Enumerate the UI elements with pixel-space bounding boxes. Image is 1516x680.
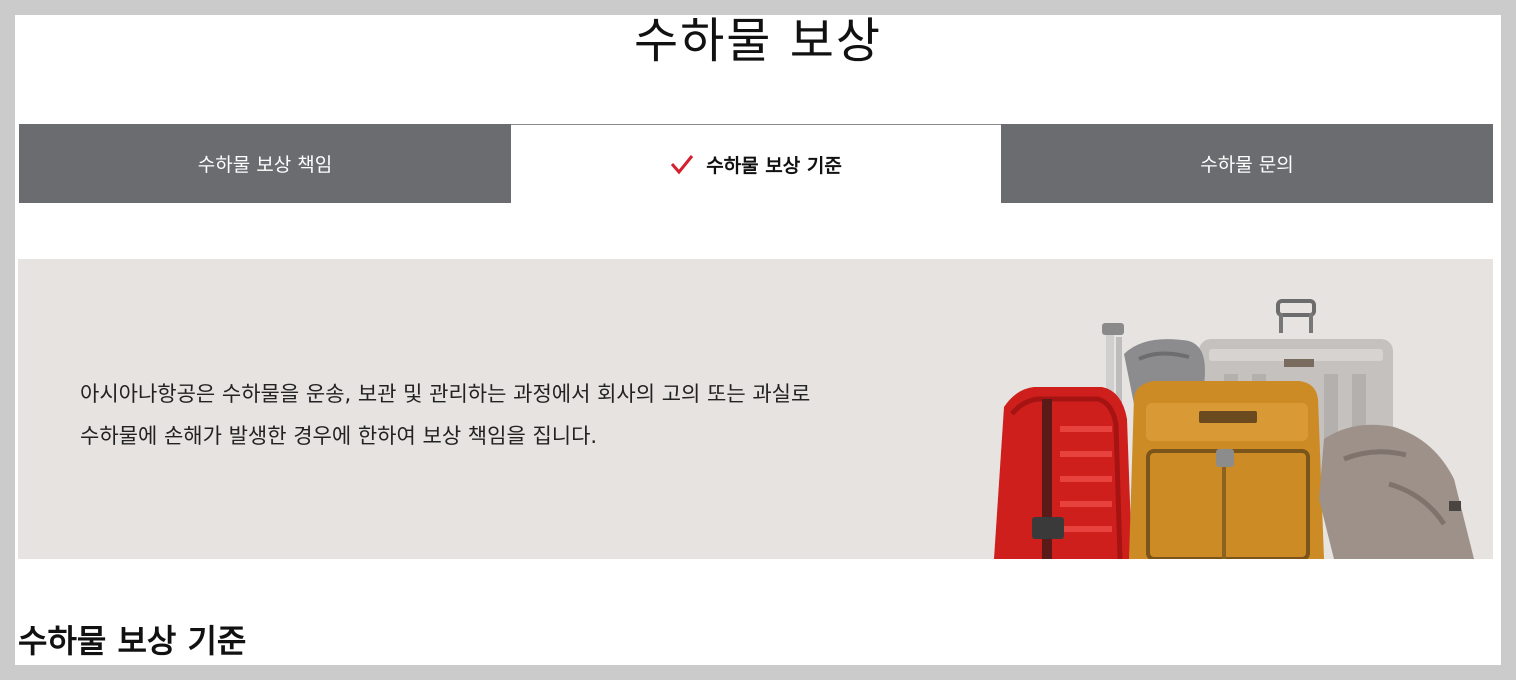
tab-label: 수하물 보상 기준 (706, 154, 842, 177)
tab-label: 수하물 보상 책임 (197, 154, 333, 176)
section-heading: 수하물 보상 기준 (18, 622, 247, 660)
tab-compensation-criteria[interactable]: 수하물 보상 기준 (511, 124, 1001, 203)
tab-compensation-liability[interactable]: 수하물 보상 책임 (19, 124, 511, 203)
intro-line: 아시아나항공은 수하물을 운송, 보관 및 관리하는 과정에서 회사의 고의 또… (80, 382, 811, 406)
tab-bar: 수하물 보상 책임 수하물 보상 기준 수하물 문의 (19, 124, 1493, 203)
tab-baggage-inquiry[interactable]: 수하물 문의 (1001, 124, 1493, 203)
tab-label: 수하물 문의 (1200, 154, 1294, 176)
intro-text: 아시아나항공은 수하물을 운송, 보관 및 관리하는 과정에서 회사의 고의 또… (80, 373, 980, 457)
intro-banner: 아시아나항공은 수하물을 운송, 보관 및 관리하는 과정에서 회사의 고의 또… (18, 259, 1493, 559)
check-icon (671, 155, 694, 175)
intro-line: 수하물에 손해가 발생한 경우에 한하여 보상 책임을 집니다. (80, 424, 598, 448)
luggage-image (994, 299, 1474, 559)
page: 수하물 보상 수하물 보상 책임 수하물 보상 기준 수하물 문의 아시아나항공… (15, 15, 1501, 665)
page-title: 수하물 보상 (633, 15, 883, 69)
